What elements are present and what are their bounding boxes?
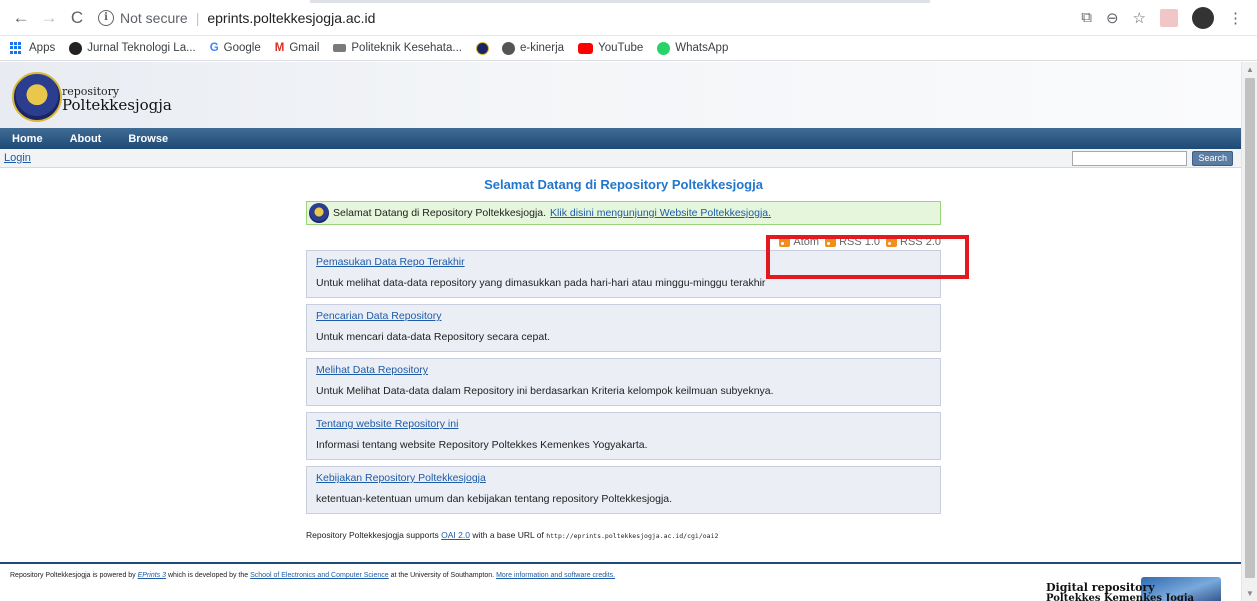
back-icon[interactable]: ← bbox=[10, 8, 32, 28]
panel-link[interactable]: Pencarian Data Repository bbox=[316, 310, 931, 322]
panel-description: Informasi tentang website Repository Pol… bbox=[316, 439, 648, 451]
panel-about: Tentang website Repository ini Informasi… bbox=[306, 412, 941, 460]
footer-text: which is developed by the bbox=[168, 572, 249, 579]
bookmark-label: Google bbox=[223, 42, 261, 54]
bookmark-label: Apps bbox=[29, 42, 56, 54]
site-header: repository Poltekkesjogja bbox=[0, 62, 1241, 128]
panel-link[interactable]: Tentang website Repository ini bbox=[316, 418, 931, 430]
bookmark-label: WhatsApp bbox=[675, 42, 729, 54]
bookmark-label: Jurnal Teknologi La... bbox=[87, 42, 196, 54]
digital-line2: Poltekkes Kemenkes Jogja bbox=[1046, 593, 1194, 601]
info-icon[interactable]: i bbox=[98, 9, 114, 26]
bookmark-label: YouTube bbox=[598, 42, 644, 54]
school-link[interactable]: School of Electronics and Computer Scien… bbox=[250, 572, 389, 579]
welcome-text: Selamat Datang di Repository Poltekkesjo… bbox=[333, 207, 547, 219]
google-icon: G bbox=[209, 42, 219, 54]
footer-text: at the University of Southampton. bbox=[390, 572, 495, 579]
site-name: repository Poltekkesjogja bbox=[62, 86, 172, 114]
credits-link[interactable]: More information and software credits. bbox=[496, 572, 615, 579]
main-menu: Home About Browse bbox=[0, 128, 1241, 149]
bookmark-label: e-kinerja bbox=[519, 42, 565, 54]
panel-description: Untuk mencari data-data Repository secar… bbox=[316, 331, 551, 343]
site-footer: Repository Poltekkesjogja is powered by … bbox=[0, 562, 1241, 601]
page-viewport: repository Poltekkesjogja Home About Bro… bbox=[0, 62, 1241, 601]
panel-description: ketentuan-ketentuan umum dan kebijakan t… bbox=[316, 493, 673, 505]
reload-icon[interactable]: C bbox=[66, 8, 88, 28]
poltekkes-logo-icon[interactable] bbox=[12, 72, 62, 122]
star-icon[interactable]: ☆ bbox=[1133, 9, 1146, 27]
panel-list: Pemasukan Data Repo Terakhir Untuk melih… bbox=[306, 250, 941, 514]
highlight-box bbox=[766, 235, 969, 279]
tab-strip bbox=[0, 0, 1257, 3]
oai-link[interactable]: OAI 2.0 bbox=[441, 530, 470, 540]
page-title: Selamat Datang di Repository Poltekkesjo… bbox=[484, 177, 763, 192]
panel-search: Pencarian Data Repository Untuk mencari … bbox=[306, 304, 941, 352]
powered-by-text: Repository Poltekkesjogja is powered by … bbox=[10, 572, 615, 579]
globe-icon bbox=[501, 41, 515, 55]
bookmark-whatsapp[interactable]: WhatsApp bbox=[657, 41, 729, 55]
address-bar[interactable]: i Not secure | eprints.poltekkesjogja.ac… bbox=[98, 4, 1081, 32]
login-link[interactable]: Login bbox=[4, 152, 31, 164]
menu-browse[interactable]: Browse bbox=[128, 133, 168, 145]
welcome-banner: Selamat Datang di Repository Poltekkesjo… bbox=[306, 201, 941, 225]
whatsapp-icon bbox=[657, 41, 671, 55]
footer-text: Repository Poltekkesjogja is powered by bbox=[10, 572, 136, 579]
kebab-menu-icon[interactable]: ⋮ bbox=[1228, 9, 1243, 27]
url-text[interactable]: eprints.poltekkesjogja.ac.id bbox=[207, 10, 375, 26]
bookmark-google[interactable]: G Google bbox=[210, 42, 261, 54]
bookmark-ekinerja[interactable]: e-kinerja bbox=[501, 41, 565, 55]
vertical-scrollbar[interactable]: ▲ ▼ bbox=[1241, 62, 1257, 601]
eprints-link[interactable]: EPrints 3 bbox=[138, 572, 166, 579]
login-search-bar: Login Search bbox=[0, 149, 1241, 168]
scroll-up-icon[interactable]: ▲ bbox=[1246, 65, 1254, 74]
search-input[interactable] bbox=[1072, 150, 1188, 166]
digital-repository-logo: Digital repository Poltekkes Kemenkes Jo… bbox=[1046, 577, 1221, 601]
translate-icon[interactable]: ⧉ bbox=[1081, 9, 1092, 26]
oai-prefix: Repository Poltekkesjogja supports bbox=[306, 530, 439, 540]
menu-home[interactable]: Home bbox=[12, 133, 43, 145]
bookmark-emblem[interactable] bbox=[475, 41, 494, 55]
oai-url: http://eprints.poltekkesjogja.ac.id/cgi/… bbox=[546, 532, 719, 540]
website-link[interactable]: Klik disini mengunjungi Website Poltekke… bbox=[550, 207, 771, 219]
gmail-icon: M bbox=[274, 42, 285, 54]
panel-browse: Melihat Data Repository Untuk Melihat Da… bbox=[306, 358, 941, 406]
bookmark-poltekkes[interactable]: Politeknik Kesehata... bbox=[333, 42, 462, 54]
address-separator: | bbox=[195, 9, 200, 26]
bookmark-jurnal[interactable]: Jurnal Teknologi La... bbox=[69, 41, 196, 55]
oai-note: Repository Poltekkesjogja supports OAI 2… bbox=[306, 530, 941, 540]
emblem-icon bbox=[475, 41, 489, 55]
profile-avatar[interactable] bbox=[1192, 6, 1214, 29]
pdf-icon[interactable] bbox=[1160, 8, 1178, 27]
panel-policy: Kebijakan Repository Poltekkesjogja kete… bbox=[306, 466, 941, 514]
zoom-icon[interactable]: ⊖ bbox=[1106, 9, 1119, 27]
bookmark-gmail[interactable]: M Gmail bbox=[275, 42, 320, 54]
panel-link[interactable]: Melihat Data Repository bbox=[316, 364, 931, 376]
bookmarks-bar: Apps Jurnal Teknologi La... G Google M G… bbox=[0, 36, 1257, 61]
bookmark-label: Politeknik Kesehata... bbox=[351, 42, 462, 54]
bookmark-label: Gmail bbox=[289, 42, 320, 54]
search-form: Search bbox=[1072, 150, 1233, 166]
bookmark-youtube[interactable]: YouTube bbox=[578, 42, 643, 54]
apps-grid-icon bbox=[10, 41, 23, 55]
jurnal-icon bbox=[69, 41, 83, 55]
menu-about[interactable]: About bbox=[70, 133, 102, 145]
not-secure-label: Not secure bbox=[120, 9, 188, 26]
main-content: Selamat Datang di Repository Poltekkesjo… bbox=[306, 168, 969, 540]
search-button[interactable]: Search bbox=[1192, 150, 1233, 166]
oai-middle: with a base URL of bbox=[472, 530, 544, 540]
scroll-down-icon[interactable]: ▼ bbox=[1246, 589, 1254, 598]
panel-description: Untuk Melihat Data-data dalam Repository… bbox=[316, 385, 774, 397]
poltekkes-icon bbox=[333, 44, 347, 52]
browser-toolbar: ← → C i Not secure | eprints.poltekkesjo… bbox=[0, 0, 1257, 36]
panel-link[interactable]: Kebijakan Repository Poltekkesjogja bbox=[316, 472, 931, 484]
forward-icon[interactable]: → bbox=[38, 8, 60, 28]
youtube-icon bbox=[578, 42, 594, 54]
scroll-thumb[interactable] bbox=[1245, 78, 1255, 578]
poltekkes-emblem-icon bbox=[309, 203, 329, 223]
site-name-big: Poltekkesjogja bbox=[62, 96, 172, 114]
bookmark-apps[interactable]: Apps bbox=[10, 41, 56, 55]
